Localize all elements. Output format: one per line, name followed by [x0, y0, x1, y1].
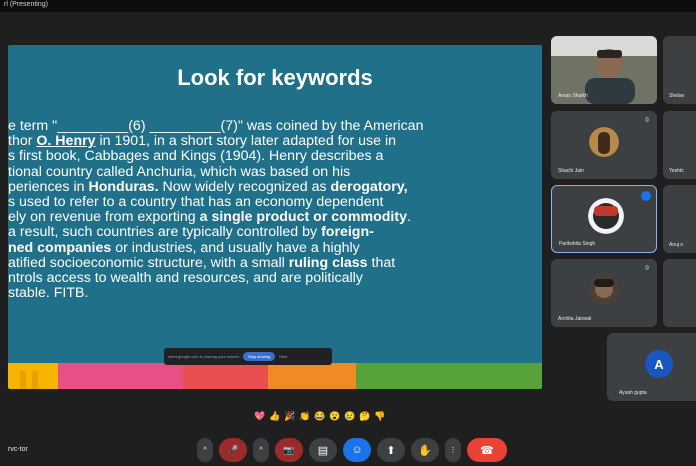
participant-avatar	[589, 127, 619, 157]
participant-tile-ayush[interactable]: A Ayush gupta	[607, 333, 696, 401]
slide-line: s used to refer to a country that has an…	[8, 194, 384, 211]
participant-name: Archita Jaiswal	[558, 316, 592, 322]
reaction-laugh-icon[interactable]: 😂	[314, 410, 326, 422]
slide-line: thor O. Henry in 1901, in a short story …	[8, 133, 397, 150]
participant-tile-shachi[interactable]: ⦸ Shachi Jain	[551, 111, 657, 179]
reactions-button[interactable]: ☺	[343, 438, 371, 462]
slide-line: e term "_________(6) _________(7)" was c…	[8, 118, 424, 134]
camera-off-icon: 📷	[283, 444, 295, 455]
camera-options-chevron-icon[interactable]: ^	[253, 438, 269, 462]
participant-tile-blank[interactable]	[663, 259, 696, 327]
footer-stripe	[268, 363, 356, 389]
present-icon: ⬆	[386, 444, 396, 457]
mic-options-chevron-icon[interactable]: ^	[197, 438, 213, 462]
share-status-text: meet.google.com is sharing your screen	[168, 354, 239, 359]
mic-off-icon: 🎤	[227, 444, 239, 455]
participant-tile-parikshita[interactable]: Parikshita Singh	[551, 185, 657, 253]
slide-line: tional country called Anchuria, which wa…	[8, 163, 351, 180]
participant-name: Anuj s	[669, 242, 683, 248]
window-title: rl (Presenting)	[4, 1, 48, 8]
footer-stripe	[32, 371, 38, 389]
reaction-party-icon[interactable]: 🎉	[284, 410, 296, 422]
reaction-clap-icon[interactable]: 👏	[299, 410, 311, 422]
participant-name: Shelav	[669, 93, 685, 99]
participant-name: Aman Shaikh	[558, 93, 588, 99]
speaking-indicator-icon	[641, 191, 651, 201]
slide-line: periences in Honduras. Now widely recogn…	[8, 178, 408, 195]
slide-line: atified socioeconomic structure, with a …	[8, 254, 396, 271]
reaction-surprised-icon[interactable]: 😮	[329, 410, 341, 422]
slide-line: ely on revenue from exporting a single p…	[8, 209, 411, 226]
captions-button[interactable]: ▤	[309, 438, 337, 462]
window-title-bar: rl (Presenting)	[0, 0, 696, 12]
reaction-heart-icon[interactable]: 💖	[254, 410, 266, 422]
slide-line: ntrols access to wealth and resources, a…	[8, 270, 363, 287]
slide-line: ned companies or industries, and usually…	[8, 239, 360, 256]
participant-avatar	[589, 275, 619, 305]
reaction-sad-icon[interactable]: 😢	[344, 410, 356, 422]
slide-line: s first book, Cabbages and Kings (1904).…	[8, 148, 384, 165]
mic-muted-icon: ⦸	[645, 117, 649, 123]
emoji-icon: ☺	[351, 444, 363, 456]
slide-line: stable. FITB.	[8, 285, 89, 302]
leave-call-button[interactable]: ☎	[467, 438, 507, 462]
participant-avatar: A	[645, 350, 673, 378]
reaction-thinking-icon[interactable]: 🤔	[359, 410, 371, 422]
footer-stripe	[20, 371, 26, 389]
stop-sharing-button[interactable]: Stop sharing	[242, 352, 276, 361]
reaction-thumbs-up-icon[interactable]: 👍	[269, 410, 281, 422]
participant-name: Parikshita Singh	[559, 241, 596, 247]
participant-tile-anuj[interactable]: Anuj s	[663, 185, 696, 253]
slide-title: Look for keywords	[177, 65, 373, 90]
call-controls: ^ 🎤 ^ 📷 ▤ ☺ ⬆ ✋ ⋮ ☎	[197, 438, 507, 462]
slide-body: e term "_________(6) _________(7)" was c…	[8, 118, 528, 302]
participant-tile-shelav[interactable]: Shelav	[663, 36, 696, 104]
participant-name: Shachi Jain	[558, 168, 584, 174]
reaction-thumbs-down-icon[interactable]: 👎	[374, 410, 386, 422]
captions-icon: ▤	[317, 444, 329, 457]
slide-line: a result, such countries are typically c…	[8, 224, 374, 241]
participant-name: Yeshtc	[669, 168, 684, 174]
hand-icon: ✋	[418, 444, 432, 457]
participant-tile-archita[interactable]: ⦸ Archita Jaiswal	[551, 259, 657, 327]
reactions-bar: 💖 👍 🎉 👏 😂 😮 😢 🤔 👎	[254, 410, 386, 422]
present-button[interactable]: ⬆	[377, 438, 405, 462]
footer-stripe	[356, 363, 542, 389]
mic-muted-icon: ⦸	[645, 265, 649, 271]
participant-avatar	[588, 198, 624, 234]
meeting-code: rvc-tor	[8, 446, 28, 453]
footer-stripe	[183, 363, 268, 389]
more-vert-icon: ⋮	[449, 447, 457, 454]
more-options-button[interactable]: ⋮	[445, 438, 461, 462]
screen-share-bar: meet.google.com is sharing your screen S…	[164, 348, 332, 365]
participant-name: Ayush gupta	[619, 390, 647, 396]
hide-share-bar-button[interactable]: Hide	[279, 354, 287, 359]
end-call-icon: ☎	[480, 444, 494, 457]
participant-tile-yeshtc[interactable]: Yeshtc	[663, 111, 696, 179]
participant-tile-aman[interactable]: Aman Shaikh	[551, 36, 657, 104]
presentation-slide: Look for keywords e term "_________(6) _…	[8, 45, 542, 389]
raise-hand-button[interactable]: ✋	[411, 438, 439, 462]
camera-toggle-button[interactable]: 📷	[275, 438, 303, 462]
mic-toggle-button[interactable]: 🎤	[219, 438, 247, 462]
